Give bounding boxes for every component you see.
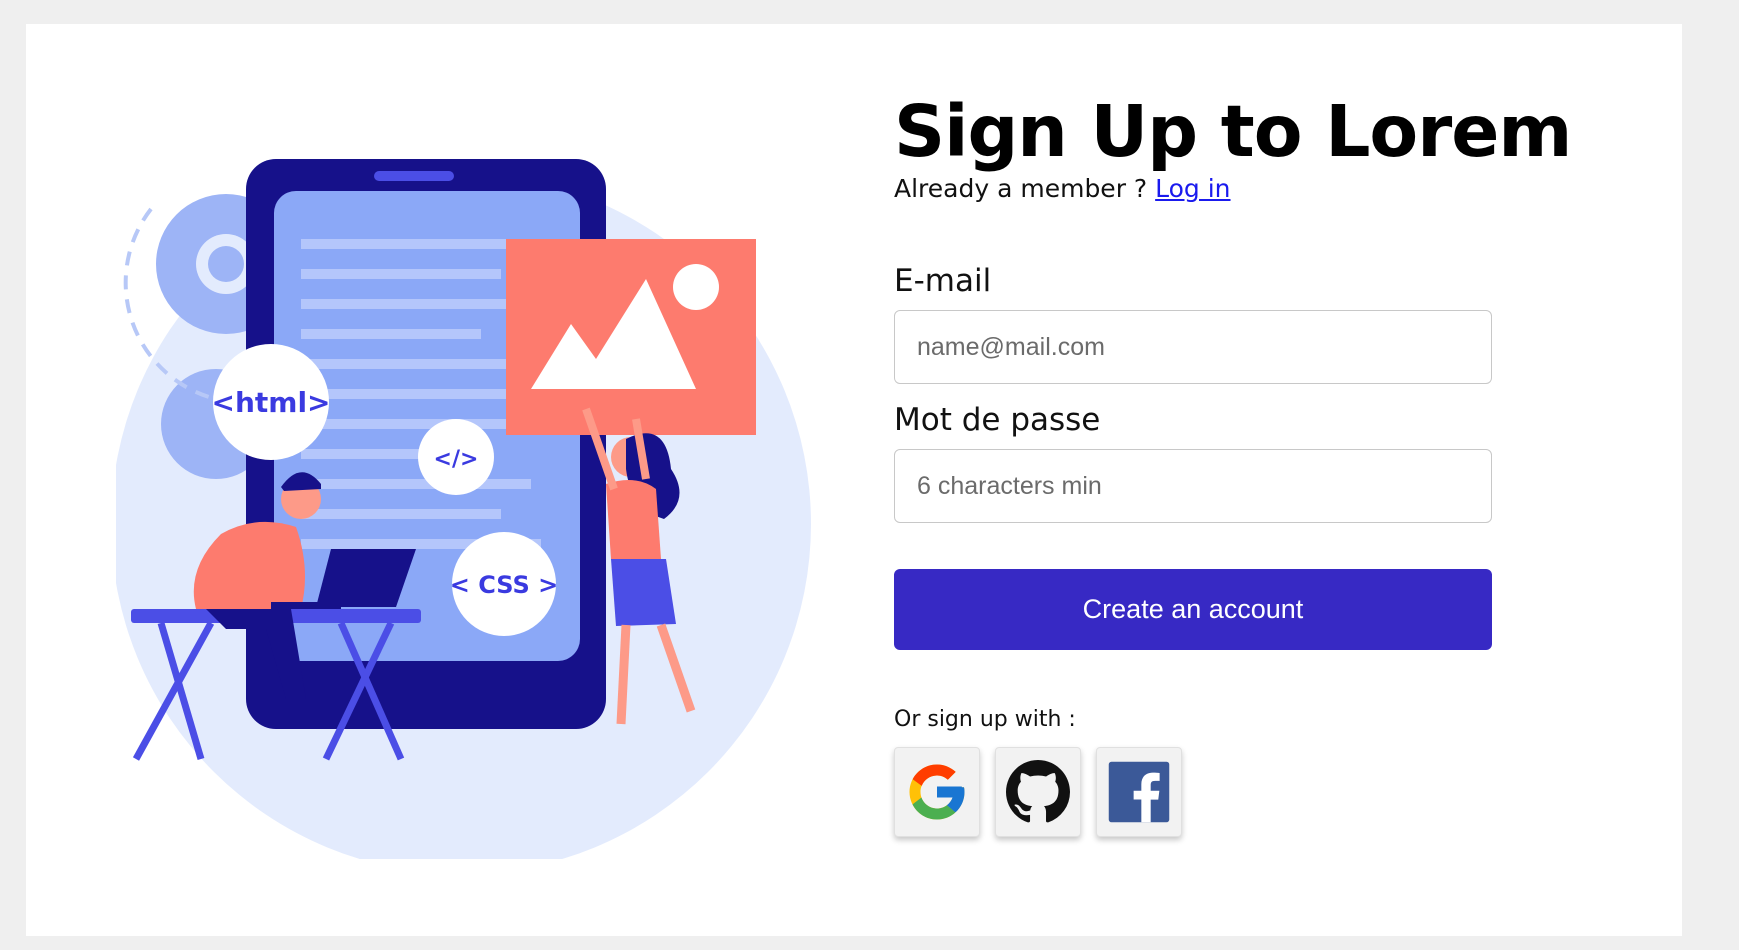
developer-illustration: <html> </> < CSS > — [116, 159, 811, 859]
facebook-signup-button[interactable] — [1096, 747, 1182, 837]
email-field[interactable] — [894, 310, 1492, 384]
google-icon — [909, 764, 965, 820]
email-label: E-mail — [894, 263, 992, 299]
github-icon — [1006, 760, 1070, 823]
html-tag-label: <html> — [211, 386, 330, 419]
social-signup-prompt: Or sign up with : — [894, 707, 1076, 732]
create-account-button[interactable]: Create an account — [894, 569, 1492, 650]
facebook-icon — [1108, 761, 1170, 823]
page-title: Sign Up to Lorem — [894, 90, 1572, 173]
code-tag-label: </> — [434, 447, 479, 472]
already-member-prompt: Already a member ? — [894, 174, 1148, 203]
login-link[interactable]: Log in — [1155, 174, 1230, 203]
css-tag-label: < CSS > — [450, 571, 558, 599]
password-field[interactable] — [894, 449, 1492, 523]
github-signup-button[interactable] — [995, 747, 1081, 837]
password-label: Mot de passe — [894, 402, 1101, 438]
image-icon — [506, 239, 756, 435]
google-signup-button[interactable] — [894, 747, 980, 837]
signup-card: <html> </> < CSS > Sign Up to Lorem Alre… — [26, 24, 1682, 936]
already-member-text: Already a member ? Log in — [894, 174, 1231, 203]
